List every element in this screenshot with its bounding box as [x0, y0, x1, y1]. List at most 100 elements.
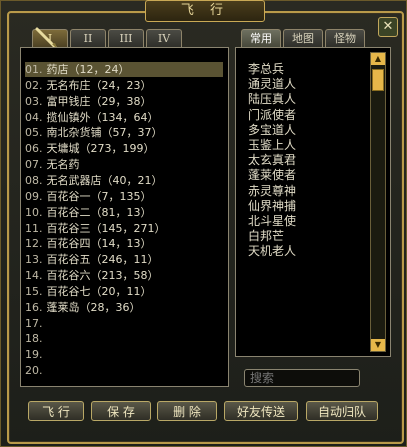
- location-coord: （134，64）: [90, 110, 159, 124]
- location-name: 百花谷四: [46, 237, 91, 251]
- location-row[interactable]: 09. 百花谷一（7，135）: [25, 189, 223, 204]
- location-number: 19.: [25, 348, 43, 362]
- friend-teleport-button[interactable]: 好友传送: [224, 401, 298, 421]
- location-number: 14.: [25, 269, 43, 283]
- location-coord: （7，135）: [90, 189, 152, 203]
- location-number: 11.: [25, 221, 43, 235]
- location-coord: （12，24）: [68, 63, 130, 76]
- location-list[interactable]: 01. 药店（12，24） 02. 无名布庄（24，23） 03. 富甲钱庄（29，38）…: [20, 47, 229, 387]
- location-name: 南北杂货铺: [46, 126, 102, 140]
- npc-item[interactable]: 李总兵: [248, 62, 368, 77]
- close-icon: ✕: [382, 19, 394, 34]
- tab-monster[interactable]: 怪物: [325, 29, 365, 48]
- location-name: 百花谷二: [46, 205, 91, 219]
- location-name: 蓬莱岛: [46, 300, 80, 314]
- npc-item[interactable]: 天机老人: [248, 244, 368, 259]
- location-number: 18.: [25, 332, 43, 346]
- location-row[interactable]: 15. 百花谷七（20，11）: [25, 284, 223, 299]
- location-number: 03.: [25, 94, 43, 108]
- npc-item[interactable]: 通灵道人: [248, 77, 368, 92]
- npc-item[interactable]: 蓬莱使者: [248, 168, 368, 183]
- location-name: 百花谷五: [46, 253, 91, 267]
- location-coord: （57，37）: [101, 126, 163, 140]
- location-number: 08.: [25, 173, 43, 187]
- tab-page-3[interactable]: III: [108, 29, 144, 48]
- location-row[interactable]: 10. 百花谷二（81，13）: [25, 205, 223, 220]
- location-coord: （40，21）: [101, 173, 163, 187]
- npc-item[interactable]: 仙界神捕: [248, 199, 368, 214]
- scroll-down-icon[interactable]: ▼: [371, 339, 385, 351]
- location-number: 06.: [25, 142, 43, 156]
- location-name: 百花谷三: [46, 221, 91, 235]
- location-name: 百花谷七: [46, 284, 91, 298]
- location-name: 无名药: [46, 158, 80, 172]
- location-name: 药店: [46, 63, 69, 76]
- npc-item[interactable]: 门派使者: [248, 108, 368, 123]
- window-title: 飞 行: [145, 0, 265, 22]
- location-number: 02.: [25, 78, 43, 92]
- auto-return-button[interactable]: 自动归队: [306, 401, 378, 421]
- npc-item[interactable]: 赤灵尊神: [248, 184, 368, 199]
- location-coord: （213，58）: [90, 269, 159, 283]
- location-number: 04.: [25, 110, 43, 124]
- location-number: 05.: [25, 126, 43, 140]
- location-row[interactable]: 04. 揽仙镇外（134，64）: [25, 110, 223, 125]
- npc-list[interactable]: 李总兵 通灵道人 陆压真人 门派使者 多宝道人 玉鉴上人 太玄真君 蓬莱使者 赤灵尊神 仙界神捕北…: [235, 47, 391, 357]
- tab-page-4[interactable]: IV: [146, 29, 182, 48]
- location-number: 12.: [25, 237, 43, 251]
- location-coord: （28，36）: [79, 300, 141, 314]
- location-number: 15.: [25, 284, 43, 298]
- location-row[interactable]: 11. 百花谷三（145，271）: [25, 221, 223, 236]
- location-name: 百花谷六: [46, 269, 91, 283]
- location-number: 17.: [25, 316, 43, 330]
- location-name: 无名布庄: [46, 78, 91, 92]
- save-button[interactable]: 保 存: [91, 401, 151, 421]
- location-row[interactable]: 18.: [25, 331, 223, 346]
- location-row[interactable]: 08. 无名武器店（40，21）: [25, 173, 223, 188]
- npc-item[interactable]: 多宝道人: [248, 123, 368, 138]
- close-button[interactable]: ✕: [378, 17, 398, 37]
- location-coord: （24，23）: [90, 78, 152, 92]
- location-row[interactable]: 19.: [25, 347, 223, 362]
- location-number: 01.: [25, 63, 43, 76]
- location-name: 揽仙镇外: [46, 110, 91, 124]
- location-row[interactable]: 07. 无名药: [25, 157, 223, 172]
- location-row[interactable]: 01. 药店（12，24）: [25, 62, 223, 77]
- tab-map[interactable]: 地图: [283, 29, 323, 48]
- location-number: 20.: [25, 364, 43, 378]
- location-row[interactable]: 06. 天墉城（273，199）: [25, 141, 223, 156]
- location-number: 09.: [25, 189, 43, 203]
- location-coord: （29，38）: [90, 94, 152, 108]
- location-row[interactable]: 16. 蓬莱岛（28，36）: [25, 300, 223, 315]
- location-name: 富甲钱庄: [46, 94, 91, 108]
- tab-page-2[interactable]: II: [70, 29, 106, 48]
- fly-button[interactable]: 飞 行: [28, 401, 84, 421]
- location-number: 16.: [25, 300, 43, 314]
- npc-scrollbar[interactable]: ▲ ▼: [370, 52, 386, 352]
- location-row[interactable]: 02. 无名布庄（24，23）: [25, 78, 223, 93]
- location-row[interactable]: 17.: [25, 316, 223, 331]
- location-row[interactable]: 05. 南北杂货铺（57，37）: [25, 125, 223, 140]
- location-row[interactable]: 12. 百花谷四（14，13）: [25, 236, 223, 251]
- npc-item[interactable]: 白邦芒: [248, 229, 368, 244]
- location-coord: （20，11）: [90, 284, 152, 298]
- npc-item[interactable]: 玉鉴上人: [248, 138, 368, 153]
- npc-item[interactable]: 陆压真人: [248, 92, 368, 107]
- location-name: 百花谷一: [46, 189, 91, 203]
- npc-item[interactable]: 太玄真君: [248, 153, 368, 168]
- location-coord: （145，271）: [90, 221, 166, 235]
- delete-button[interactable]: 删 除: [157, 401, 217, 421]
- location-row[interactable]: 13. 百花谷五（246，11）: [25, 252, 223, 267]
- location-row[interactable]: 14. 百花谷六（213，58）: [25, 268, 223, 283]
- location-row[interactable]: 20.: [25, 363, 223, 378]
- npc-item[interactable]: 北斗星使: [248, 214, 368, 229]
- location-row[interactable]: 03. 富甲钱庄（29，38）: [25, 94, 223, 109]
- search-input[interactable]: [244, 369, 360, 387]
- location-coord: （81，13）: [90, 205, 152, 219]
- location-number: 13.: [25, 253, 43, 267]
- tab-common[interactable]: 常用: [241, 29, 281, 48]
- scroll-up-icon[interactable]: ▲: [371, 53, 385, 65]
- scroll-thumb[interactable]: [372, 69, 384, 91]
- location-coord: （273，199）: [79, 142, 155, 156]
- location-number: 10.: [25, 205, 43, 219]
